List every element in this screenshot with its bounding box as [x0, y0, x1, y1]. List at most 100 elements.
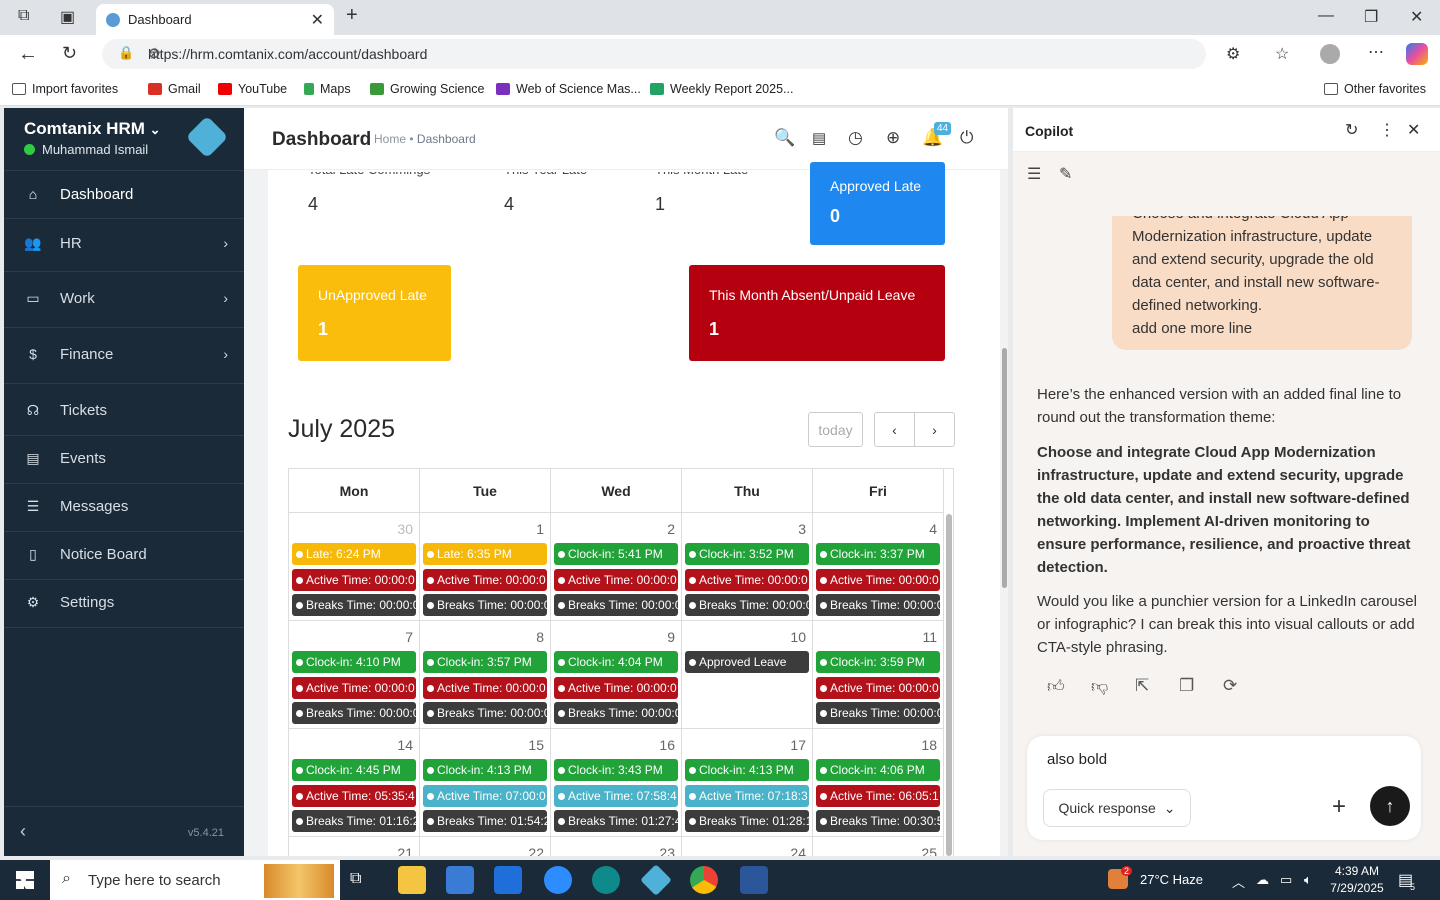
refresh-icon[interactable]: ↻	[1345, 120, 1358, 140]
new-chat-icon[interactable]: ✎	[1059, 164, 1072, 184]
file-explorer-icon[interactable]	[398, 866, 426, 894]
breadcrumb-home[interactable]: Home	[374, 132, 406, 146]
calendar-event[interactable]: Active Time: 07:00:0	[423, 784, 547, 807]
calendar-day-cell[interactable]: 9 Clock-in: 4:04 PM Active Time: 00:00:0 Br…	[551, 621, 682, 729]
search-icon[interactable]: 🔍	[774, 128, 795, 148]
calendar-event[interactable]: Active Time: 05:35:4	[292, 784, 416, 807]
calendar-event[interactable]: Breaks Time: 00:00:0	[816, 594, 940, 616]
calendar-day-cell[interactable]: 22	[420, 837, 551, 856]
volume-icon[interactable]: 🔈︎	[1304, 872, 1312, 888]
calendar-day-cell[interactable]: 21	[289, 837, 420, 856]
minimize-icon[interactable]: —	[1318, 7, 1334, 25]
calendar-event[interactable]: Breaks Time: 00:00:0	[292, 702, 416, 724]
calendar-event[interactable]: Late: 6:35 PM	[423, 543, 547, 565]
calendar-event[interactable]: Late: 6:24 PM	[292, 543, 416, 565]
mail-icon[interactable]	[494, 866, 522, 894]
calendar-day-cell[interactable]: 17 Clock-in: 4:13 PM Active Time: 07:18:3 B…	[682, 729, 813, 837]
calendar-event[interactable]: Clock-in: 3:43 PM	[554, 759, 678, 781]
calendar-event[interactable]: Breaks Time: 00:00:0	[816, 702, 940, 724]
calendar-event[interactable]: Breaks Time: 00:00:0	[554, 594, 678, 616]
workspaces-icon[interactable]: ⧉	[18, 7, 29, 25]
calendar-event[interactable]: Active Time: 00:00:0	[423, 568, 547, 591]
calendar-event[interactable]: Clock-in: 3:59 PM	[816, 651, 940, 673]
quick-response-dropdown[interactable]: Quick response ⌄	[1043, 789, 1191, 827]
next-month-button[interactable]: ›	[914, 412, 955, 447]
calendar-event[interactable]: Active Time: 07:58:4	[554, 784, 678, 807]
notes-icon[interactable]: ▤	[812, 129, 826, 147]
restore-icon[interactable]: ❐	[1364, 7, 1378, 27]
thumbs-down-icon[interactable]: 👎︎	[1091, 676, 1108, 697]
calendar-event[interactable]: Clock-in: 5:41 PM	[554, 543, 678, 565]
calendar-event[interactable]: Breaks Time: 01:16:2	[292, 810, 416, 832]
calendar-scrollbar[interactable]	[946, 514, 952, 856]
bookmark-maps[interactable]: Maps	[304, 82, 351, 96]
today-button[interactable]: today	[808, 412, 863, 447]
bookmark-other-favorites[interactable]: Other favorites	[1324, 82, 1426, 96]
calendar-day-cell[interactable]: 11 Clock-in: 3:59 PM Active Time: 00:00:0 B…	[813, 621, 944, 729]
profile-avatar[interactable]	[1320, 44, 1340, 64]
calendar-event[interactable]: Breaks Time: 00:00:0	[292, 594, 416, 616]
calendar-event[interactable]: Approved Leave	[685, 651, 809, 673]
sidebar-item-notice-board[interactable]: ▯ Notice Board	[4, 530, 244, 578]
bookmark-gmail[interactable]: Gmail	[148, 82, 201, 96]
calendar-event[interactable]: Clock-in: 4:13 PM	[685, 759, 809, 781]
calendar-event[interactable]: Active Time: 00:00:0	[816, 568, 940, 591]
close-icon[interactable]: ✕	[1407, 120, 1420, 140]
sidebar-item-tickets[interactable]: ☊ Tickets	[4, 386, 244, 434]
absent-leave-card[interactable]: This Month Absent/Unpaid Leave 1	[689, 265, 945, 361]
calendar-event[interactable]: Active Time: 00:00:0	[554, 568, 678, 591]
bookmark-youtube[interactable]: YouTube	[218, 82, 287, 96]
calendar-event[interactable]: Active Time: 06:05:1	[816, 784, 940, 807]
calendar-day-cell[interactable]: 16 Clock-in: 3:43 PM Active Time: 07:58:4 B…	[551, 729, 682, 837]
calendar-event[interactable]: Clock-in: 4:45 PM	[292, 759, 416, 781]
history-icon[interactable]: ☰	[1027, 164, 1041, 184]
close-tab-icon[interactable]: ✕	[311, 10, 324, 30]
calendar-event[interactable]: Breaks Time: 01:54:2	[423, 810, 547, 832]
sidebar-item-events[interactable]: ▤ Events	[4, 434, 244, 482]
calendar-event[interactable]: Active Time: 00:00:0	[816, 676, 940, 699]
calendar-event[interactable]: Active Time: 00:00:0	[685, 568, 809, 591]
chat-input-box[interactable]: also bold Quick response ⌄ + ↑	[1027, 736, 1421, 840]
back-icon[interactable]: ←	[18, 43, 38, 66]
start-icon[interactable]	[16, 871, 34, 889]
calendar-event[interactable]: Active Time: 00:00:0	[554, 676, 678, 699]
calendar-day-cell[interactable]: 23	[551, 837, 682, 856]
sidebar-item-hr[interactable]: 👥 HR ›	[4, 219, 244, 267]
word-icon[interactable]	[740, 866, 768, 894]
chevron-down-icon[interactable]: ⌄	[150, 122, 161, 137]
taskbar-search[interactable]: ⌕ Type here to search	[50, 860, 340, 900]
new-tab-icon[interactable]: +	[346, 4, 358, 27]
bookmark-weekly-report[interactable]: Weekly Report 2025...	[650, 82, 793, 96]
add-icon[interactable]: +	[1332, 793, 1346, 821]
calendar-event[interactable]: Clock-in: 4:10 PM	[292, 651, 416, 673]
zoom-icon[interactable]	[544, 866, 572, 894]
calendar-event[interactable]: Clock-in: 3:52 PM	[685, 543, 809, 565]
regenerate-icon[interactable]: ⟳	[1223, 676, 1237, 696]
calendar-day-cell[interactable]: 30 Late: 6:24 PM Active Time: 00:00:0 Break…	[289, 513, 420, 621]
copilot-icon[interactable]	[1406, 43, 1428, 65]
thumbs-up-icon[interactable]: 👍︎	[1047, 676, 1065, 697]
calendar-event[interactable]: Breaks Time: 00:00:0	[554, 702, 678, 724]
clock[interactable]: 4:39 AM 7/29/2025	[1330, 864, 1384, 895]
calendar-day-cell[interactable]: 3 Clock-in: 3:52 PM Active Time: 00:00:0 Br…	[682, 513, 813, 621]
calendar-event[interactable]: Active Time: 00:00:0	[292, 676, 416, 699]
calendar-event[interactable]: Breaks Time: 00:00:0	[685, 594, 809, 616]
calendar-event[interactable]: Clock-in: 4:06 PM	[816, 759, 940, 781]
calendar-event[interactable]: Active Time: 00:00:0	[292, 568, 416, 591]
sidebar-item-messages[interactable]: ☰ Messages	[4, 482, 244, 530]
tab-dashboard[interactable]: Dashboard ✕	[96, 4, 334, 35]
extensions-icon[interactable]: ⚙	[1226, 44, 1240, 64]
task-view-icon[interactable]: ⧉	[350, 870, 361, 888]
more-options-icon[interactable]: ⋮	[1379, 120, 1395, 140]
calendar-day-cell[interactable]: 7 Clock-in: 4:10 PM Active Time: 00:00:0 Br…	[289, 621, 420, 729]
add-circle-icon[interactable]: ⊕	[886, 128, 900, 148]
calendar-day-cell[interactable]: 1 Late: 6:35 PM Active Time: 00:00:0 Breaks…	[420, 513, 551, 621]
chat-input[interactable]: also bold	[1047, 751, 1107, 768]
sidebar-item-work[interactable]: ▭ Work ›	[4, 274, 244, 322]
copy-icon[interactable]: ❐	[1179, 676, 1194, 696]
calendar-day-cell[interactable]: 8 Clock-in: 3:57 PM Active Time: 00:00:0 Br…	[420, 621, 551, 729]
edge-icon[interactable]	[592, 866, 620, 894]
calendar-event[interactable]: Clock-in: 3:57 PM	[423, 651, 547, 673]
power-icon[interactable]: ⏻	[960, 128, 973, 148]
tab-actions-icon[interactable]: ▣	[60, 7, 75, 27]
